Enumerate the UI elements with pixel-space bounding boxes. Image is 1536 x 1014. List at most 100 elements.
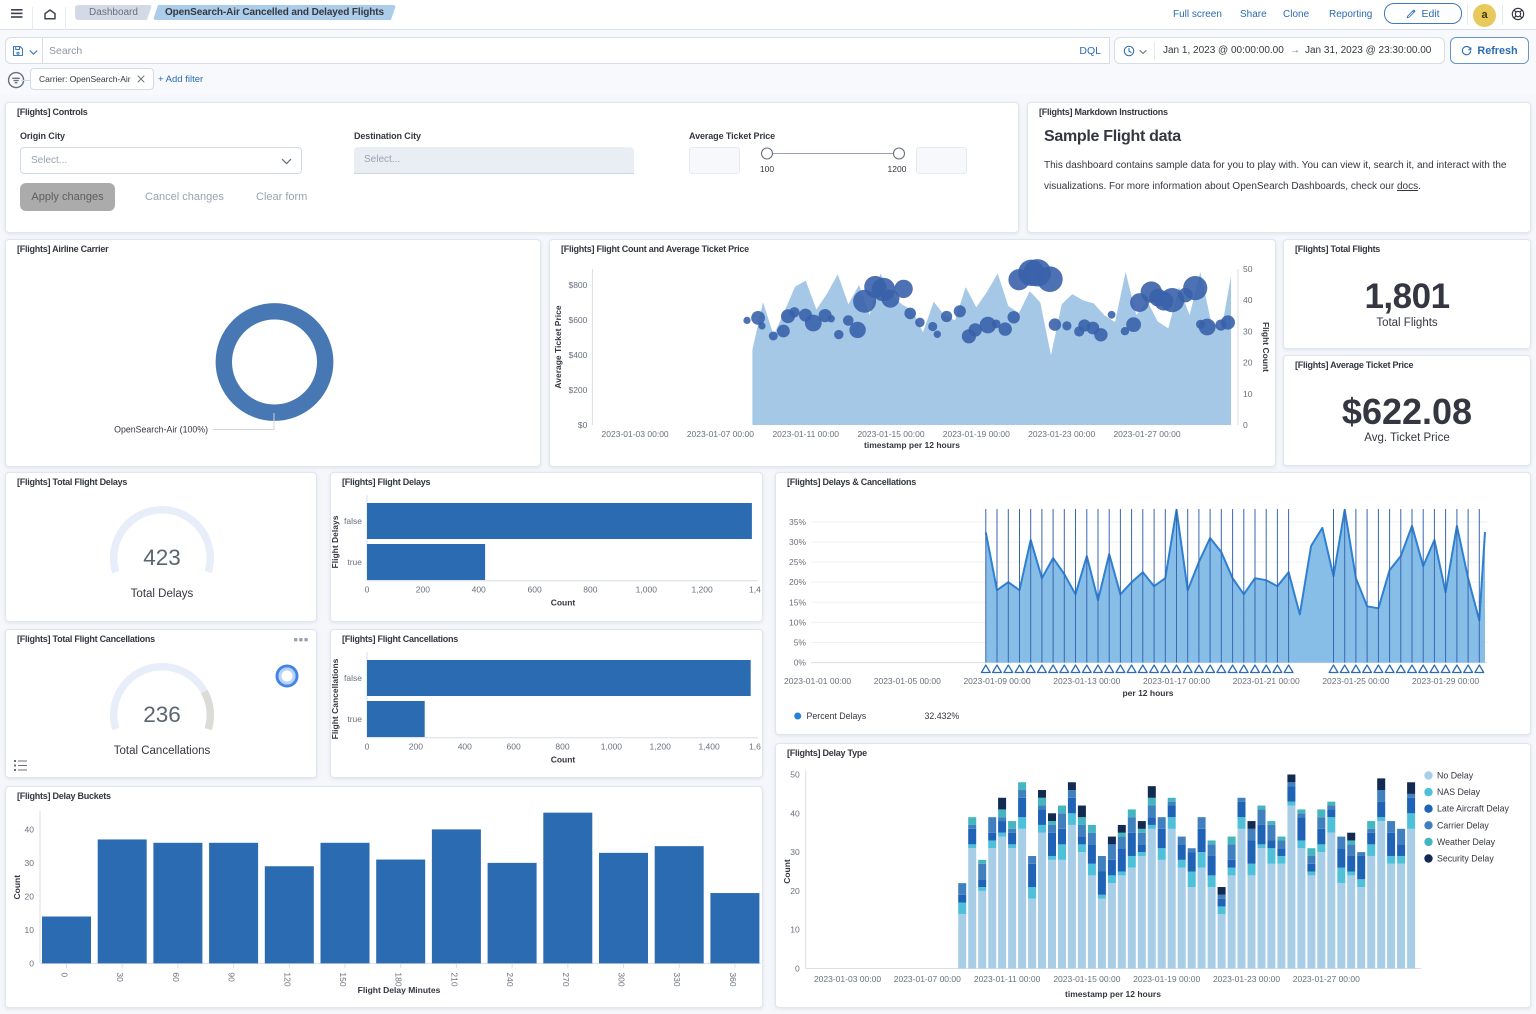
svg-text:20%: 20% <box>789 577 806 587</box>
svg-text:600: 600 <box>507 742 521 752</box>
svg-text:20: 20 <box>790 886 800 896</box>
svg-text:false: false <box>344 673 362 683</box>
svg-text:Carrier Delay: Carrier Delay <box>1437 820 1489 830</box>
svg-text:2023-01-27 00:00: 2023-01-27 00:00 <box>1113 429 1180 439</box>
svg-text:Average Ticket Price: Average Ticket Price <box>553 305 563 388</box>
svg-text:0: 0 <box>795 964 800 974</box>
svg-text:50: 50 <box>1243 264 1253 274</box>
svg-text:$0: $0 <box>578 420 588 430</box>
svg-text:2023-01-11 00:00: 2023-01-11 00:00 <box>772 429 839 439</box>
svg-text:35%: 35% <box>789 517 806 527</box>
svg-text:1,200: 1,200 <box>691 585 713 595</box>
svg-text:0: 0 <box>365 742 370 752</box>
svg-text:300: 300 <box>617 972 627 986</box>
svg-text:32.432%: 32.432% <box>925 711 960 721</box>
svg-text:Flight Count: Flight Count <box>1261 322 1271 372</box>
svg-text:timestamp per 12 hours: timestamp per 12 hours <box>864 440 960 450</box>
svg-text:1,200: 1,200 <box>650 742 672 752</box>
svg-text:0%: 0% <box>794 658 807 668</box>
svg-text:OpenSearch-Air (100%): OpenSearch-Air (100%) <box>114 425 208 435</box>
svg-text:40: 40 <box>790 808 800 818</box>
svg-text:$600: $600 <box>568 315 587 325</box>
svg-text:90: 90 <box>227 972 237 982</box>
svg-text:1,6: 1,6 <box>749 742 761 752</box>
svg-text:false: false <box>344 516 362 526</box>
svg-text:200: 200 <box>409 742 423 752</box>
svg-text:timestamp per 12 hours: timestamp per 12 hours <box>1065 989 1161 999</box>
svg-text:200: 200 <box>416 585 430 595</box>
svg-text:800: 800 <box>583 585 597 595</box>
svg-text:5%: 5% <box>794 638 807 648</box>
svg-text:10: 10 <box>790 925 800 935</box>
svg-text:Flight Delays: Flight Delays <box>331 515 340 568</box>
svg-text:1,000: 1,000 <box>601 742 623 752</box>
svg-text:Total Cancellations: Total Cancellations <box>114 745 211 757</box>
svg-text:$400: $400 <box>568 350 587 360</box>
svg-text:30: 30 <box>790 847 800 857</box>
svg-text:2023-01-29 00:00: 2023-01-29 00:00 <box>1412 676 1479 686</box>
svg-text:2023-01-15 00:00: 2023-01-15 00:00 <box>1053 974 1120 984</box>
svg-text:2023-01-09 00:00: 2023-01-09 00:00 <box>963 676 1030 686</box>
svg-text:1200: 1200 <box>888 164 907 174</box>
svg-text:2023-01-05 00:00: 2023-01-05 00:00 <box>874 676 941 686</box>
svg-text:per 12 hours: per 12 hours <box>1122 688 1173 698</box>
svg-text:0: 0 <box>60 972 70 977</box>
svg-text:210: 210 <box>449 972 459 986</box>
svg-text:100: 100 <box>760 164 774 174</box>
svg-text:Weather Delay: Weather Delay <box>1437 837 1496 847</box>
svg-text:Count: Count <box>551 598 576 608</box>
svg-text:$200: $200 <box>568 385 587 395</box>
svg-text:$800: $800 <box>568 280 587 290</box>
svg-text:1,4: 1,4 <box>749 585 761 595</box>
svg-text:2023-01-03 00:00: 2023-01-03 00:00 <box>602 429 669 439</box>
svg-text:10%: 10% <box>789 617 806 627</box>
svg-text:Percent Delays: Percent Delays <box>807 711 867 721</box>
svg-text:1,400: 1,400 <box>698 742 720 752</box>
svg-text:2023-01-13 00:00: 2023-01-13 00:00 <box>1053 676 1120 686</box>
svg-text:2023-01-07 00:00: 2023-01-07 00:00 <box>894 974 961 984</box>
svg-text:360: 360 <box>728 972 738 986</box>
svg-text:Total Delays: Total Delays <box>131 588 194 600</box>
svg-text:1,000: 1,000 <box>636 585 658 595</box>
svg-text:2023-01-15 00:00: 2023-01-15 00:00 <box>857 429 924 439</box>
svg-text:150: 150 <box>338 972 348 986</box>
svg-text:330: 330 <box>672 972 682 986</box>
svg-text:Flight Cancellations: Flight Cancellations <box>331 658 340 739</box>
svg-text:20: 20 <box>25 891 35 901</box>
svg-text:20: 20 <box>1243 358 1253 368</box>
svg-text:25%: 25% <box>789 557 806 567</box>
svg-text:2023-01-23 00:00: 2023-01-23 00:00 <box>1213 974 1280 984</box>
svg-text:2023-01-19 00:00: 2023-01-19 00:00 <box>1133 974 1200 984</box>
svg-text:Security Delay: Security Delay <box>1437 854 1494 864</box>
svg-text:Count: Count <box>782 859 792 884</box>
svg-text:423: 423 <box>143 545 181 570</box>
svg-text:10: 10 <box>1243 389 1253 399</box>
svg-text:0: 0 <box>365 585 370 595</box>
svg-text:2023-01-23 00:00: 2023-01-23 00:00 <box>1028 429 1095 439</box>
svg-text:2023-01-03 00:00: 2023-01-03 00:00 <box>814 974 881 984</box>
svg-text:240: 240 <box>505 972 515 986</box>
svg-text:10: 10 <box>25 925 35 935</box>
svg-text:236: 236 <box>143 702 181 727</box>
svg-text:400: 400 <box>458 742 472 752</box>
svg-text:30%: 30% <box>789 537 806 547</box>
svg-text:30: 30 <box>25 858 35 868</box>
svg-text:60: 60 <box>171 972 181 982</box>
svg-text:2023-01-07 00:00: 2023-01-07 00:00 <box>687 429 754 439</box>
svg-text:120: 120 <box>282 972 292 986</box>
svg-text:2023-01-27 00:00: 2023-01-27 00:00 <box>1293 974 1360 984</box>
svg-text:Count: Count <box>12 875 22 900</box>
svg-text:30: 30 <box>1243 326 1253 336</box>
svg-text:2023-01-11 00:00: 2023-01-11 00:00 <box>974 974 1041 984</box>
svg-text:50: 50 <box>790 770 800 780</box>
svg-text:2023-01-19 00:00: 2023-01-19 00:00 <box>943 429 1010 439</box>
svg-text:Late Aircraft Delay: Late Aircraft Delay <box>1437 804 1509 814</box>
svg-text:NAS Delay: NAS Delay <box>1437 787 1481 797</box>
svg-text:30: 30 <box>115 972 125 982</box>
svg-text:Count: Count <box>551 755 576 765</box>
svg-text:Flight Delay Minutes: Flight Delay Minutes <box>358 985 441 995</box>
svg-text:800: 800 <box>555 742 569 752</box>
svg-text:600: 600 <box>528 585 542 595</box>
svg-text:true: true <box>347 714 362 724</box>
svg-text:2023-01-25 00:00: 2023-01-25 00:00 <box>1322 676 1389 686</box>
